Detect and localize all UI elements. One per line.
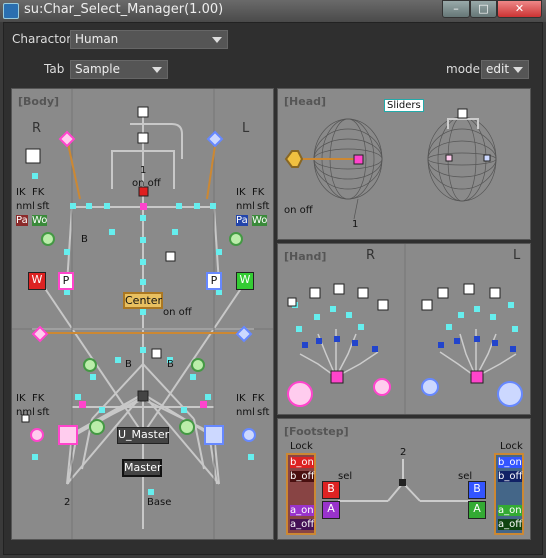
lock-r-label: Lock xyxy=(290,441,313,452)
lock-l-b-off[interactable]: b_off xyxy=(498,471,523,482)
tab-value: Sample xyxy=(75,62,120,76)
foot-l-a[interactable]: A xyxy=(468,501,486,519)
hand-l-label: L xyxy=(513,248,521,263)
minimize-button[interactable]: – xyxy=(442,0,470,18)
hand-l-w[interactable]: W xyxy=(236,272,254,290)
hip-on-off[interactable]: on off xyxy=(163,307,192,318)
body-l-label: L xyxy=(242,121,250,136)
footstep-two: 2 xyxy=(400,447,407,458)
foot-r-b[interactable]: B xyxy=(322,481,340,499)
footstep-panel: [Footstep] Lock Lock sel sel b_on b_off … xyxy=(277,418,531,540)
app-icon xyxy=(3,3,19,19)
mode-value: edit xyxy=(486,62,510,76)
lock-l-b-on[interactable]: b_on xyxy=(498,457,522,468)
arm-r-pa[interactable]: Pa xyxy=(16,215,28,226)
arm-r-b[interactable]: B xyxy=(81,234,88,245)
arm-r-wo[interactable]: Wo xyxy=(32,215,48,226)
tab-select[interactable]: Sample xyxy=(70,60,168,79)
head-one: 1 xyxy=(352,219,359,230)
leg-l-ik[interactable]: IK xyxy=(236,393,246,404)
chevron-down-icon xyxy=(513,67,523,73)
hand-section-title: [Hand] xyxy=(284,250,327,263)
chevron-down-icon xyxy=(152,67,162,73)
chevron-down-icon xyxy=(212,37,222,43)
lock-r-b-off[interactable]: b_off xyxy=(290,471,315,482)
leg-l-fk[interactable]: FK xyxy=(252,393,264,404)
lock-l-a-off[interactable]: a_off xyxy=(498,519,523,530)
leg-r-sft[interactable]: sft xyxy=(37,407,49,418)
arm-r-sft[interactable]: sft xyxy=(37,201,49,212)
arm-r-fk[interactable]: FK xyxy=(32,187,44,198)
u-master-button[interactable]: U_Master xyxy=(117,427,169,444)
close-button[interactable]: ✕ xyxy=(497,0,542,18)
arm-l-fk[interactable]: FK xyxy=(252,187,264,198)
body-section-title: [Body] xyxy=(18,95,60,108)
head-section-title: [Head] xyxy=(284,95,327,108)
leg-l-b[interactable]: B xyxy=(167,359,174,370)
maximize-button[interactable]: □ xyxy=(470,0,497,18)
charactor-select[interactable]: Human xyxy=(70,30,228,49)
arm-l-sft[interactable]: sft xyxy=(257,201,269,212)
lock-r-b-on[interactable]: b_on xyxy=(290,457,314,468)
hand-l-p[interactable]: P xyxy=(206,272,222,290)
foot-l-b[interactable]: B xyxy=(468,481,486,499)
lock-l-a-on[interactable]: a_on xyxy=(498,505,522,516)
base-label[interactable]: Base xyxy=(147,497,171,508)
window-title: su:Char_Select_Manager(1.00) xyxy=(24,2,224,17)
leg-l-sft[interactable]: sft xyxy=(257,407,269,418)
leg-r-nml[interactable]: nml xyxy=(16,407,35,418)
head-on-off[interactable]: on off xyxy=(284,205,313,216)
sel-r-label: sel xyxy=(338,471,353,482)
mode-select[interactable]: edit xyxy=(481,60,529,79)
leg-r-b[interactable]: B xyxy=(125,359,132,370)
head-panel: [Head] Sliders on off 1 xyxy=(277,88,531,240)
hand-r-p[interactable]: P xyxy=(58,272,74,290)
body-r-two: 2 xyxy=(64,497,71,508)
lock-r-a-on[interactable]: a_on xyxy=(290,505,314,516)
master-button[interactable]: Master xyxy=(122,459,162,477)
arm-r-nml[interactable]: nml xyxy=(16,201,35,212)
lock-l-label: Lock xyxy=(500,441,523,452)
charactor-label: Charactor xyxy=(12,32,72,46)
hand-fingers xyxy=(287,244,523,414)
arm-l-wo[interactable]: Wo xyxy=(252,215,268,226)
leg-r-ik[interactable]: IK xyxy=(16,393,26,404)
head-on-off[interactable]: on off xyxy=(132,178,161,189)
center-button[interactable]: Center xyxy=(123,292,163,309)
leg-l-nml[interactable]: nml xyxy=(236,407,255,418)
foot-r-a[interactable]: A xyxy=(322,501,340,519)
hand-r-w[interactable]: W xyxy=(28,272,46,290)
lock-r-a-off[interactable]: a_off xyxy=(290,519,315,530)
mode-label: mode xyxy=(446,62,481,76)
footstep-section-title: [Footstep] xyxy=(284,425,349,438)
hand-r-label: R xyxy=(366,248,376,263)
body-r-label: R xyxy=(32,121,42,136)
arm-r-ik[interactable]: IK xyxy=(16,187,26,198)
arm-l-pa[interactable]: Pa xyxy=(236,215,248,226)
tab-label: Tab xyxy=(44,62,65,76)
title-bar: su:Char_Select_Manager(1.00) – □ ✕ xyxy=(0,0,546,22)
body-panel: [Body] R L on off on off IK FK nml sft P… xyxy=(11,88,274,540)
arm-l-nml[interactable]: nml xyxy=(236,201,255,212)
charactor-value: Human xyxy=(75,32,119,46)
arm-l-ik[interactable]: IK xyxy=(236,187,246,198)
sliders-button[interactable]: Sliders xyxy=(384,99,424,112)
leg-r-fk[interactable]: FK xyxy=(32,393,44,404)
body-one: 1 xyxy=(140,165,147,176)
hand-panel: [Hand] R L xyxy=(277,243,531,415)
